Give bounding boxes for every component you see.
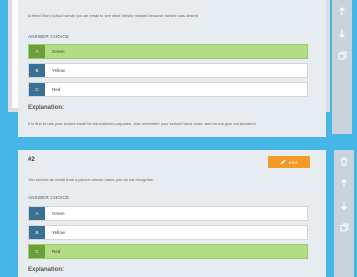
choice-text: Green [52, 211, 65, 216]
question-text: You receive an email from a person whose… [28, 177, 154, 182]
choice-text: Red [52, 249, 61, 254]
question-1-actions [332, 0, 352, 134]
question-2-actions [334, 150, 354, 277]
choice-letter: C [29, 245, 45, 258]
question-number: #2 [28, 157, 35, 163]
question-card-2: #2 EDIT You receive an email from a pers… [18, 150, 326, 277]
answer-choice-a[interactable]: A Green [28, 44, 308, 59]
pencil-icon [280, 159, 286, 165]
choice-letter: B [29, 64, 45, 77]
answer-choice-a[interactable]: A Green [28, 206, 308, 221]
quiz-editor: A friend from school sends you an email … [0, 0, 357, 277]
copy-icon[interactable] [335, 48, 349, 62]
copy-icon[interactable] [337, 220, 351, 234]
edit-label: EDIT [288, 159, 299, 165]
arrow-up-icon[interactable] [335, 4, 349, 18]
choice-letter: A [29, 45, 45, 58]
choice-letter: A [29, 207, 45, 220]
question-card-1: A friend from school sends you an email … [18, 0, 326, 137]
arrow-down-icon[interactable] [337, 198, 351, 212]
answer-choice-b[interactable]: B Yellow [28, 63, 308, 78]
explanation-text: It is fine to use your school email for … [28, 121, 256, 126]
answer-choice-heading: ANSWER CHOICE [28, 195, 70, 200]
question-text: A friend from school sends you an email … [28, 13, 200, 18]
answer-choice-heading: ANSWER CHOICE [28, 34, 70, 39]
answer-choice-b[interactable]: B Yellow [28, 225, 308, 240]
choice-letter: B [29, 226, 45, 239]
edit-button[interactable]: EDIT [268, 156, 310, 168]
choice-text: Green [52, 49, 65, 54]
choice-letter: C [29, 83, 45, 96]
choice-text: Red [52, 87, 61, 92]
answer-choice-c[interactable]: C Red [28, 244, 308, 259]
explanation-heading: Explanation: [28, 105, 65, 111]
answer-choice-c[interactable]: C Red [28, 82, 308, 97]
arrow-down-icon[interactable] [335, 26, 349, 40]
explanation-heading: Explanation: [28, 267, 65, 273]
trash-icon[interactable] [337, 154, 351, 168]
arrow-up-icon[interactable] [337, 176, 351, 190]
choice-text: Yellow [52, 230, 65, 235]
choice-text: Yellow [52, 68, 65, 73]
